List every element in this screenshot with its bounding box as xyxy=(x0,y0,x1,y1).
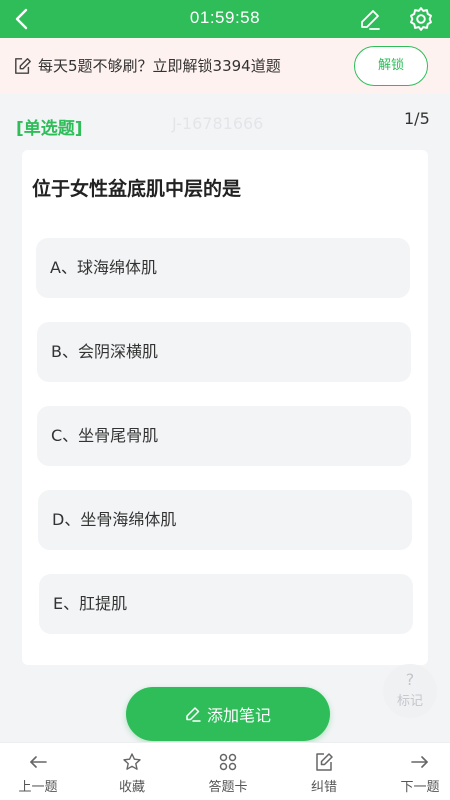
prev-question-label: 上一题 xyxy=(18,780,58,795)
option-a[interactable]: A、球海绵体肌 xyxy=(36,238,410,298)
question-id-watermark: J-16781666 xyxy=(172,114,264,133)
favorite-label: 收藏 xyxy=(118,780,145,795)
next-question-button[interactable]: 下一题 xyxy=(385,743,450,800)
option-e[interactable]: E、肛提肌 xyxy=(39,574,413,634)
option-b[interactable]: B、会阴深横肌 xyxy=(37,322,411,382)
add-note-button[interactable]: 添加笔记 xyxy=(126,687,330,741)
question-mark-icon: ? xyxy=(405,670,415,689)
gear-icon[interactable] xyxy=(408,6,434,32)
question-card: 位于女性盆底肌中层的是 A、球海绵体肌 B、会阴深横肌 C、坐骨尾骨肌 D、坐骨… xyxy=(22,150,428,665)
answer-sheet-button[interactable]: 答题卡 xyxy=(193,743,263,800)
add-note-label: 添加笔记 xyxy=(206,706,271,725)
answer-sheet-label: 答题卡 xyxy=(208,780,248,795)
arrow-right-icon xyxy=(411,756,428,768)
grid-icon xyxy=(219,753,237,771)
mark-button[interactable]: ? 标记 xyxy=(383,664,437,718)
pencil-icon[interactable] xyxy=(358,7,382,31)
star-icon xyxy=(123,753,141,770)
unlock-banner: 每天5题不够刷？立即解锁3394道题 解锁 xyxy=(0,38,450,94)
next-question-label: 下一题 xyxy=(400,780,440,795)
banner-text: 每天5题不够刷？立即解锁3394道题 xyxy=(38,57,281,75)
question-text: 位于女性盆底肌中层的是 xyxy=(32,178,242,200)
prev-question-button[interactable]: 上一题 xyxy=(3,743,73,800)
favorite-button[interactable]: 收藏 xyxy=(97,743,167,800)
pencil-icon xyxy=(186,707,201,722)
arrow-left-icon xyxy=(30,756,47,768)
question-counter: 1/5 xyxy=(404,109,430,128)
question-type: [单选题] xyxy=(16,119,83,139)
bottom-nav: 上一题 收藏 答题卡 纠错 下一题 xyxy=(0,742,450,800)
edit-square-icon xyxy=(316,753,333,771)
countdown-timer: 01:59:58 xyxy=(189,8,261,27)
unlock-button[interactable]: 解锁 xyxy=(354,46,428,86)
mark-label: 标记 xyxy=(396,694,423,709)
option-c[interactable]: C、坐骨尾骨肌 xyxy=(37,406,411,466)
note-edit-icon xyxy=(15,58,31,74)
report-error-button[interactable]: 纠错 xyxy=(289,743,359,800)
option-d[interactable]: D、坐骨海绵体肌 xyxy=(38,490,412,550)
top-bar: 01:59:58 xyxy=(0,0,450,38)
report-error-label: 纠错 xyxy=(310,780,337,795)
